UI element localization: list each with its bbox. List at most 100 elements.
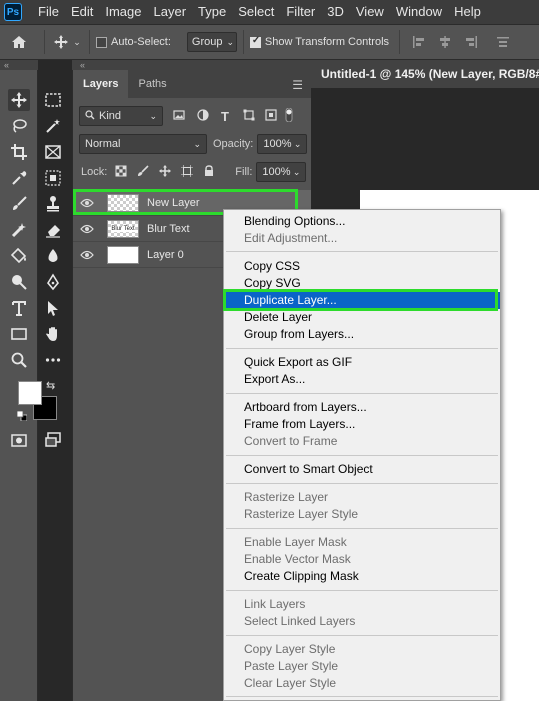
align-right-icon[interactable] <box>458 35 484 49</box>
menu-window[interactable]: Window <box>390 0 448 24</box>
brush-tool-icon[interactable] <box>8 193 30 215</box>
menu-item-select-linked-layers: Select Linked Layers <box>244 614 356 628</box>
menu-item-export-as[interactable]: Export As... <box>224 371 500 388</box>
fill-value: 100% <box>262 166 291 178</box>
chevron-down-icon: ⌄ <box>193 138 201 149</box>
filter-kind-dropdown[interactable]: Kind ⌄ <box>79 106 163 126</box>
menu-image[interactable]: Image <box>99 0 147 24</box>
pen-tool-icon[interactable] <box>42 271 64 293</box>
healing-brush-tool-icon[interactable] <box>8 219 30 241</box>
opacity-input[interactable]: 100% ⌄ <box>257 134 308 154</box>
lasso-tool-icon[interactable] <box>8 115 30 137</box>
align-center-icon[interactable] <box>432 35 458 49</box>
collapse-icon[interactable]: « <box>4 60 9 70</box>
zoom-tool-icon[interactable] <box>8 349 30 371</box>
menu-help[interactable]: Help <box>448 0 487 24</box>
lock-transparent-pixels-icon[interactable] <box>115 165 127 180</box>
visibility-eye-icon[interactable] <box>73 224 101 234</box>
auto-select-dropdown[interactable]: Group ⌄ <box>186 32 237 52</box>
document-tab[interactable]: Untitled-1 @ 145% (New Layer, RGB/8#) * <box>311 60 539 88</box>
thumbnail-text: Blur Text <box>111 225 135 232</box>
eraser-tool-icon[interactable] <box>42 219 64 241</box>
menu-layer[interactable]: Layer <box>148 0 193 24</box>
home-icon[interactable] <box>0 34 38 50</box>
auto-select-checkbox[interactable]: Auto-Select: <box>96 36 171 48</box>
visibility-eye-icon[interactable] <box>73 198 101 208</box>
fill-input[interactable]: 100% ⌄ <box>256 162 307 182</box>
menu-item-duplicate-layer[interactable]: Duplicate Layer... <box>224 292 500 309</box>
path-selection-tool-icon[interactable] <box>42 297 64 319</box>
document-tab-bar: Untitled-1 @ 145% (New Layer, RGB/8#) * <box>311 60 539 88</box>
menu-item-delete-layer[interactable]: Delete Layer <box>224 309 500 326</box>
blur-tool-icon[interactable] <box>42 245 64 267</box>
menu-file[interactable]: File <box>32 0 65 24</box>
type-tool-icon[interactable] <box>8 297 30 319</box>
menu-item-create-clipping-mask[interactable]: Create Clipping Mask <box>224 568 500 585</box>
menu-filter[interactable]: Filter <box>280 0 321 24</box>
lock-all-icon[interactable] <box>203 164 215 180</box>
chevron-down-icon: ⌄ <box>292 166 301 177</box>
tab-paths[interactable]: Paths <box>128 70 176 98</box>
fill-label: Fill: <box>235 166 253 178</box>
show-transform-check-box[interactable] <box>249 35 261 48</box>
move-tool-icon[interactable] <box>8 89 30 111</box>
menu-3d[interactable]: 3D <box>321 0 350 24</box>
menu-item-copy-css[interactable]: Copy CSS <box>224 258 500 275</box>
menu-item-blending-options[interactable]: Blending Options... <box>224 213 500 230</box>
magic-wand-tool-icon[interactable] <box>42 115 64 137</box>
filter-pixel-icon[interactable] <box>173 109 189 124</box>
menu-select[interactable]: Select <box>232 0 280 24</box>
menu-item-artboard-from-layers[interactable]: Artboard from Layers... <box>224 399 500 416</box>
paint-bucket-tool-icon[interactable] <box>8 245 30 267</box>
menu-item-frame-from-layers[interactable]: Frame from Layers... <box>224 416 500 433</box>
tool-preset-chevron-icon[interactable]: ⌄ <box>71 37 83 48</box>
foreground-color-swatch[interactable] <box>18 381 42 405</box>
move-tool-icon[interactable] <box>51 34 71 50</box>
rectangle-tool-icon[interactable] <box>8 323 30 345</box>
filter-shape-icon[interactable] <box>243 109 259 124</box>
menu-item-copy-svg[interactable]: Copy SVG <box>224 275 500 292</box>
lock-artboard-icon[interactable] <box>181 164 194 180</box>
filter-adjustment-icon[interactable] <box>197 108 213 124</box>
crop-tool-icon[interactable] <box>8 141 30 163</box>
menu-view[interactable]: View <box>350 0 390 24</box>
show-transform-checkbox[interactable]: Show Transform Controls <box>249 35 389 48</box>
toolbar-collapse-bar[interactable]: « <box>0 60 38 70</box>
lock-position-icon[interactable] <box>159 164 172 180</box>
more-tools-icon[interactable] <box>42 349 64 371</box>
filter-type-icon[interactable]: T <box>221 109 237 124</box>
menu-item-group-from-layers[interactable]: Group from Layers... <box>224 326 500 343</box>
hand-tool-icon[interactable] <box>42 323 64 345</box>
clone-stamp-tool-icon[interactable] <box>42 193 64 215</box>
eyedropper-tool-icon[interactable] <box>8 167 30 189</box>
frame-tool-icon[interactable] <box>42 141 64 163</box>
align-left-icon[interactable] <box>406 35 432 49</box>
visibility-eye-icon[interactable] <box>73 250 101 260</box>
layer-name[interactable]: New Layer <box>147 197 200 209</box>
screen-mode-icon[interactable] <box>42 429 64 451</box>
object-selection-tool-icon[interactable] <box>42 167 64 189</box>
menu-item-quick-export-gif[interactable]: Quick Export as GIF <box>224 354 500 371</box>
auto-select-label: Auto-Select: <box>111 36 171 48</box>
layer-name[interactable]: Blur Text <box>147 223 190 235</box>
menu-edit[interactable]: Edit <box>65 0 99 24</box>
filter-smart-object-icon[interactable] <box>265 108 281 124</box>
marquee-tool-icon[interactable] <box>42 89 64 111</box>
align-top-icon[interactable] <box>488 35 518 49</box>
auto-select-check-box[interactable] <box>96 36 107 48</box>
menu-item-convert-to-smart-object[interactable]: Convert to Smart Object <box>224 461 500 478</box>
lock-image-pixels-icon[interactable] <box>137 164 149 180</box>
panel-menu-icon[interactable]: ☰ <box>292 78 303 92</box>
collapse-icon[interactable]: « <box>80 60 85 70</box>
panel-collapse-bar[interactable]: « <box>72 60 311 70</box>
blend-mode-dropdown[interactable]: Normal ⌄ <box>79 134 207 154</box>
tab-layers[interactable]: Layers <box>73 70 129 98</box>
swap-colors-icon[interactable]: ⇆ <box>46 379 55 392</box>
dodge-tool-icon[interactable] <box>8 271 30 293</box>
filter-toggle-icon[interactable] <box>285 107 295 125</box>
menu-separator <box>226 696 498 697</box>
layer-name[interactable]: Layer 0 <box>147 249 184 261</box>
quick-mask-icon[interactable] <box>8 429 30 451</box>
default-colors-icon[interactable] <box>16 410 28 422</box>
menu-type[interactable]: Type <box>192 0 232 24</box>
